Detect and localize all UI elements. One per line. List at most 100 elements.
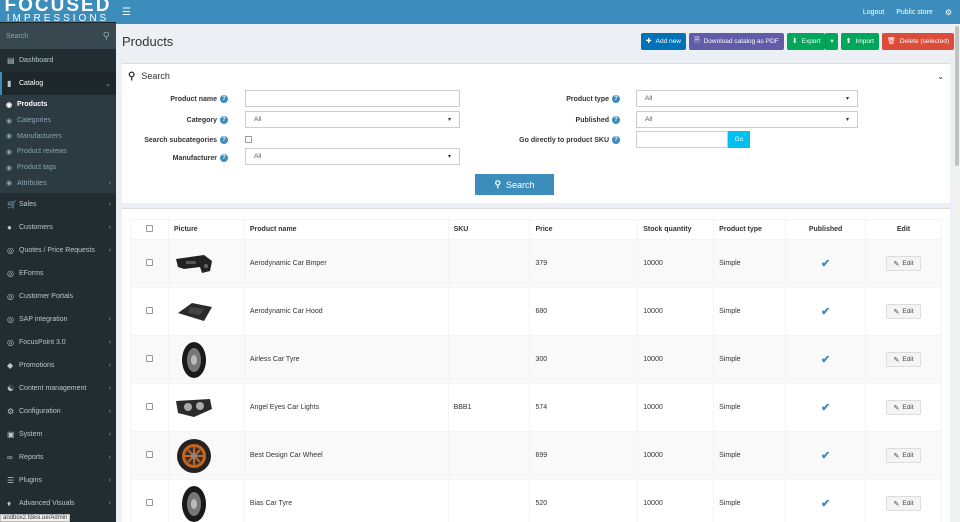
sidebar-subitem-product-reviews[interactable]: ◉ Product reviews [0, 144, 116, 160]
export-dropdown-toggle[interactable]: ▾ [825, 32, 838, 50]
help-icon[interactable]: ? [220, 116, 228, 124]
manufacturer-select[interactable]: All ▾ [245, 148, 460, 165]
sidebar-item-dashboard[interactable]: ▤ Dashboard [0, 49, 116, 72]
public-store-link[interactable]: Public store [896, 9, 933, 16]
add-new-button[interactable]: ✚ Add new [640, 32, 686, 50]
products-table-body: Aerodynamic Car Bmper 379 10000 Simple ✔ ✎ Edi… [130, 239, 942, 522]
product-thumbnail[interactable] [174, 292, 214, 332]
sidebar-item-promotions[interactable]: ◆ Promotions ‹ [0, 354, 116, 377]
download-pdf-button[interactable]: 🗎 Download catalog as PDF [688, 32, 784, 50]
logout-link[interactable]: Logout [863, 9, 884, 16]
sidebar-item-focuspoint-3-0[interactable]: ◎ FocusPoint 3.0 ‹ [0, 331, 116, 354]
table-row: Aerodynamic Car Hood 680 10000 Simple ✔ ✎ Edit [130, 287, 942, 336]
help-icon[interactable]: ? [220, 95, 228, 103]
sidebar-menu: ▤ Dashboard ▮ Catalog ⌄ ◉ Products ◉ Categories ◉… [0, 49, 116, 515]
sidebar-item-configuration[interactable]: ⚙ Configuration ‹ [0, 400, 116, 423]
product-name-cell: Best Design Car Wheel [243, 431, 449, 480]
row-checkbox[interactable] [145, 451, 153, 458]
search-button[interactable]: ⚲ Search [475, 174, 554, 195]
edit-button[interactable]: ✎ Edit [886, 448, 921, 463]
sidebar-item-advanced-visuals[interactable]: ♦ Advanced Visuals ‹ [0, 492, 116, 515]
sidebar-subitem-product-tags[interactable]: ◉ Product tags [0, 160, 116, 176]
product-type-cell: Simple [713, 239, 787, 288]
plus-square-icon: ✚ [645, 38, 652, 45]
chevron-icon: ‹ [108, 179, 111, 187]
chevron-down-icon[interactable]: ⌄ [937, 72, 944, 81]
help-icon[interactable]: ? [220, 136, 228, 144]
product-name-input[interactable] [245, 90, 460, 107]
sidebar-item-eforms[interactable]: ◎ EForms [0, 262, 116, 285]
edit-button[interactable]: ✎ Edit [886, 352, 921, 367]
column-header-product-type[interactable]: Product type [713, 219, 787, 240]
row-checkbox[interactable] [145, 259, 153, 266]
published-cell: ✔ [785, 479, 867, 522]
import-label: Import [855, 37, 874, 45]
column-header-picture[interactable]: Picture [167, 219, 245, 240]
product-thumbnail[interactable] [174, 388, 214, 428]
sidebar-toggle-icon[interactable]: ☰ [122, 7, 131, 18]
brand-logo[interactable]: FOCUSED IMPRESSIONS [0, 0, 116, 24]
search-panel-header[interactable]: ⚲ Search ⌄ [122, 64, 950, 88]
sidebar-item-label: SAP integration [19, 316, 68, 324]
sidebar-item-quotes-price-requests[interactable]: ◎ Quotes / Price Requests ‹ [0, 239, 116, 262]
search-subcategories-checkbox[interactable] [245, 136, 252, 143]
sidebar-item-sap-integration[interactable]: ◎ SAP integration ‹ [0, 308, 116, 331]
published-cell: ✔ [785, 239, 867, 288]
product-type-select[interactable]: All ▾ [636, 90, 858, 107]
product-thumbnail[interactable] [174, 436, 214, 476]
delete-selected-button[interactable]: 🗑 Delete (selected) [881, 32, 954, 50]
column-header-published[interactable]: Published [785, 219, 867, 240]
edit-button[interactable]: ✎ Edit [886, 496, 921, 511]
scrollbar-thumb[interactable] [955, 26, 959, 166]
sidebar-item-reports[interactable]: ∞ Reports ‹ [0, 446, 116, 469]
product-thumbnail[interactable] [174, 244, 214, 284]
edit-button[interactable]: ✎ Edit [886, 256, 921, 271]
edit-button[interactable]: ✎ Edit [886, 304, 921, 319]
edit-button[interactable]: ✎ Edit [886, 400, 921, 415]
sidebar-subitem-categories[interactable]: ◉ Categories [0, 113, 116, 129]
manufacturer-label-text: Manufacturer [172, 154, 217, 162]
page-scrollbar[interactable] [954, 24, 960, 522]
column-header-price[interactable]: Price [529, 219, 639, 240]
select-all-checkbox[interactable] [145, 225, 153, 232]
gears-icon[interactable]: ⚙ [945, 8, 952, 17]
row-checkbox[interactable] [145, 355, 153, 362]
sidebar-item-customers[interactable]: ● Customers ‹ [0, 216, 116, 239]
edit-cell: ✎ Edit [865, 335, 942, 384]
help-icon[interactable]: ? [612, 136, 620, 144]
go-to-sku-input[interactable] [636, 131, 728, 148]
sidebar-subitem-attributes[interactable]: ◉ Attributes ‹ [0, 175, 116, 191]
product-name-label-text: Product name [170, 95, 217, 103]
row-checkbox[interactable] [145, 499, 153, 506]
search-icon[interactable]: ⚲ [103, 31, 110, 42]
category-select[interactable]: All ▾ [245, 111, 460, 128]
sidebar-subitem-products[interactable]: ◉ Products [0, 97, 116, 113]
help-icon[interactable]: ? [220, 154, 228, 162]
sidebar-item-sales[interactable]: 🛒 Sales ‹ [0, 193, 116, 216]
product-name-label: Product name? [122, 95, 228, 103]
sidebar-item-customer-portals[interactable]: ◎ Customer Portals [0, 285, 116, 308]
circle-icon: ◎ [7, 338, 14, 348]
row-checkbox[interactable] [145, 307, 153, 314]
published-select[interactable]: All ▾ [636, 111, 858, 128]
help-icon[interactable]: ? [612, 95, 620, 103]
sidebar-subitem-manufacturers[interactable]: ◉ Manufacturers [0, 128, 116, 144]
edit-cell: ✎ Edit [865, 239, 942, 288]
row-checkbox[interactable] [145, 403, 153, 410]
product-thumbnail[interactable] [174, 484, 214, 522]
sku-cell [447, 335, 531, 384]
sidebar-item-plugins[interactable]: ☰ Plugins ‹ [0, 469, 116, 492]
chevron-icon: ‹ [108, 500, 111, 508]
export-button[interactable]: ⬇ Export [786, 32, 826, 50]
help-icon[interactable]: ? [612, 116, 620, 124]
product-thumbnail[interactable] [174, 340, 214, 380]
sidebar-item-catalog[interactable]: ▮ Catalog ⌄ [0, 72, 116, 95]
import-button[interactable]: ⬆ Import [840, 32, 879, 50]
column-header-sku[interactable]: SKU [447, 219, 531, 240]
sidebar-item-content-management[interactable]: ☯ Content management ‹ [0, 377, 116, 400]
column-header-stock-quantity[interactable]: Stock quantity [637, 219, 715, 240]
sidebar-search-input[interactable]: Search ⚲ [0, 22, 116, 49]
go-to-sku-button[interactable]: Go [728, 131, 750, 148]
column-header-product-name[interactable]: Product name [243, 219, 449, 240]
sidebar-item-system[interactable]: ▣ System ‹ [0, 423, 116, 446]
